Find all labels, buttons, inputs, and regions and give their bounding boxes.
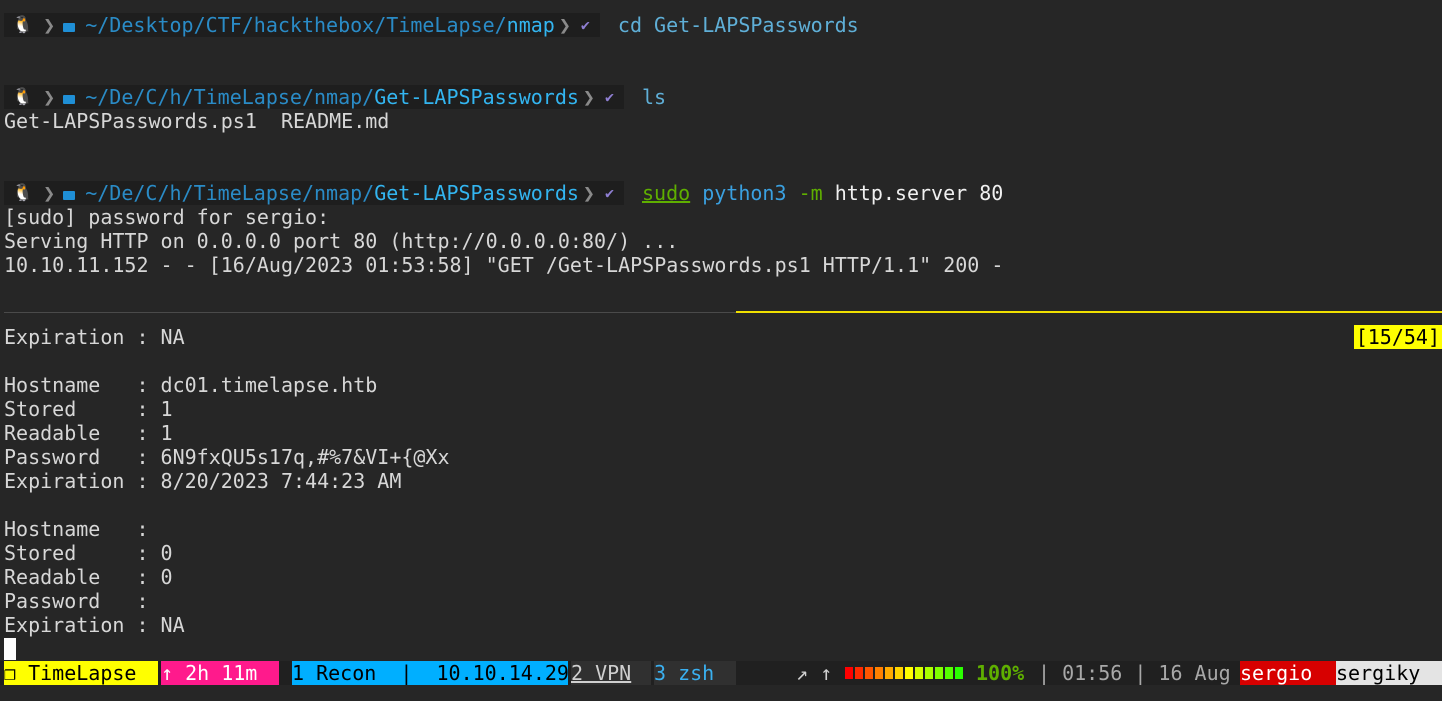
command-text: cd Get-LAPSPasswords — [617, 13, 859, 37]
pane-divider-active[interactable] — [736, 311, 1442, 313]
battery-segment — [945, 667, 953, 679]
scroll-position-indicator: [15/54] — [1353, 325, 1442, 349]
linux-icon: 🐧 — [4, 13, 40, 37]
cwd-path-short: ~/De/C/h/ — [85, 181, 194, 205]
battery-segment — [935, 667, 943, 679]
laps-output-line: Readable : 0 — [4, 565, 173, 589]
battery-segment — [955, 667, 963, 679]
battery-segment — [855, 667, 863, 679]
command-text: sudo python3 -m http.server 80 — [624, 181, 1003, 205]
linux-icon: 🐧 — [4, 181, 40, 205]
chevron-right-icon: ❯ — [554, 13, 575, 37]
cwd-path: ~/Desktop/CTF/hackthebox/TimeLapse/ — [85, 13, 507, 37]
laps-output-line: Expiration : NA — [4, 325, 185, 349]
chevron-right-icon: ❯ — [39, 181, 60, 205]
chevron-right-icon: ❯ — [578, 181, 599, 205]
cmd-args: http.server 80 — [834, 181, 1004, 205]
cwd-path-mid: TimeLapse/nmap/ — [193, 85, 375, 109]
chevron-right-icon: ❯ — [39, 13, 60, 37]
username-badge: sergio — [1240, 661, 1336, 685]
laps-output-line: Stored : 1 — [4, 397, 173, 421]
prompt-line-2: 🐧 ❯ ~/De/C/h/TimeLapse/nmap/Get-LAPSPass… — [4, 85, 666, 109]
prompt-line-3: 🐧 ❯ ~/De/C/h/TimeLapse/nmap/Get-LAPSPass… — [4, 181, 1003, 205]
battery-segment — [925, 667, 933, 679]
cmd-flag: -m — [798, 181, 823, 205]
laps-output-line: Expiration : NA — [4, 613, 185, 637]
cmd-python: python3 — [702, 181, 787, 205]
chevron-right-icon: ❯ — [578, 85, 599, 109]
cmd-sudo: sudo — [642, 181, 691, 205]
battery-segment — [845, 667, 853, 679]
laps-output-line: Readable : 1 — [4, 421, 173, 445]
uptime-indicator: ↑ 2h 11m — [161, 661, 279, 685]
server-output-line: 10.10.11.152 - - [16/Aug/2023 01:53:58] … — [4, 253, 1004, 277]
server-output-line: [sudo] password for sergio: — [4, 205, 330, 229]
laps-output-line: Hostname : dc01.timelapse.htb — [4, 373, 378, 397]
clock-date: | 01:56 | 16 Aug — [1038, 661, 1231, 685]
terminal-cursor[interactable] — [4, 638, 16, 660]
window-bottom-edge — [0, 685, 1442, 701]
pane-divider[interactable] — [4, 312, 736, 313]
ls-output: Get-LAPSPasswords.ps1 README.md — [4, 109, 390, 133]
cwd-current: Get-LAPSPasswords — [374, 181, 579, 205]
chevron-right-icon: ❯ — [39, 85, 60, 109]
network-arrows-icon: ↗ ↑ — [796, 661, 833, 685]
window-tab-recon[interactable]: 1 Recon | 10.10.14.29 — [292, 661, 569, 685]
window-tab-vpn[interactable]: 2 VPN — [571, 661, 651, 685]
folder-icon — [63, 23, 76, 32]
battery-segment — [895, 667, 903, 679]
laps-output-line: Hostname : — [4, 517, 149, 541]
prompt-line-1: 🐧 ❯ ~/Desktop/CTF/hackthebox/TimeLapse/n… — [4, 13, 859, 37]
window-tab-zsh[interactable]: 3 zsh — [654, 661, 736, 685]
laps-output-line: Password : — [4, 589, 149, 613]
hostname-badge: sergiky — [1336, 661, 1442, 685]
folder-icon — [63, 95, 76, 104]
battery-segment — [905, 667, 913, 679]
battery-bar — [845, 667, 963, 679]
check-icon: ✔ — [598, 181, 624, 205]
battery-segment — [885, 667, 893, 679]
cwd-current: nmap — [506, 13, 555, 37]
laps-output-line: Expiration : 8/20/2023 7:44:23 AM — [4, 469, 402, 493]
linux-icon: 🐧 — [4, 85, 40, 109]
server-output-line: Serving HTTP on 0.0.0.0 port 80 (http://… — [4, 229, 679, 253]
session-name[interactable]: ❐ TimeLapse — [4, 661, 158, 685]
cwd-path-mid: TimeLapse/nmap/ — [193, 181, 375, 205]
command-text: ls — [642, 85, 667, 109]
check-icon: ✔ — [574, 13, 600, 37]
battery-segment — [915, 667, 923, 679]
battery-segment — [875, 667, 883, 679]
cwd-path-short: ~/De/C/h/ — [85, 85, 194, 109]
laps-output-line: Stored : 0 — [4, 541, 173, 565]
folder-icon — [63, 191, 76, 200]
battery-percent: 100% — [976, 661, 1025, 685]
check-icon: ✔ — [598, 85, 624, 109]
laps-output-line: Password : 6N9fxQU5s17q,#%7&VI+{@Xx — [4, 445, 450, 469]
battery-segment — [865, 667, 873, 679]
tmux-statusbar: ❐ TimeLapse ↑ 2h 11m 1 Recon | 10.10.14.… — [0, 661, 1442, 685]
cwd-current: Get-LAPSPasswords — [374, 85, 579, 109]
